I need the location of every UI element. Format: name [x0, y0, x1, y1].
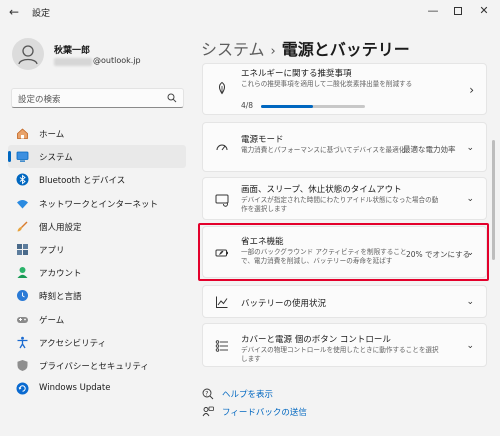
chevron-down-icon: ⌄ [466, 248, 474, 258]
chevron-down-icon: ⌄ [466, 143, 474, 153]
card-description: デバイスの物理コントロールを使用したときに動作することを選択します [241, 346, 439, 363]
card-power-mode[interactable]: 電源モード 電力消費とパフォーマンスに基づいてデバイスを最適化 最適な電力効率 … [202, 122, 487, 172]
card-title: カバーと電源 個のボタン コントロール [241, 335, 391, 345]
sidebar-item-home[interactable]: ホーム [8, 122, 186, 145]
sidebar-item-label: Windows Update [39, 383, 111, 394]
sidebar-item-network[interactable]: ネットワークとインターネット [8, 192, 186, 215]
card-energy-saver[interactable]: 省エネ機能 一部のバックグラウンド アクティビティを制限することで、電力消費を削… [202, 226, 487, 278]
progress-fill [261, 105, 313, 108]
card-description: 電力消費とパフォーマンスに基づいてデバイスを最適化 [241, 146, 406, 154]
globe-clock-icon [17, 290, 28, 302]
sidebar-item-label: 時刻と言語 [39, 292, 82, 303]
sidebar-item-label: システム [39, 153, 73, 164]
window-title: 設定 [32, 9, 51, 19]
sidebar-item-gaming[interactable]: ゲーム [8, 308, 186, 331]
sidebar-item-time-language[interactable]: 時刻と言語 [8, 284, 186, 307]
wifi-icon [17, 199, 28, 209]
card-screen-sleep-timeout[interactable]: 画面、スリープ、休止状態のタイムアウト デバイスが指定された時間にわたりアイドル… [202, 177, 487, 220]
feedback-icon [202, 406, 214, 417]
gamepad-icon [17, 316, 28, 323]
card-description: これらの推奨事項を適用して二酸化炭素排出量を削減する [241, 80, 413, 88]
sidebar-item-label: 個人用設定 [39, 222, 82, 233]
card-energy-recommendations[interactable]: エネルギーに関する推奨事項 これらの推奨事項を適用して二酸化炭素排出量を削減する… [202, 63, 487, 115]
card-title: エネルギーに関する推奨事項 [241, 69, 352, 79]
card-battery-usage[interactable]: バッテリーの使用状況 ⌄ [202, 285, 487, 318]
accessibility-icon [17, 336, 28, 349]
email-redacted [54, 58, 92, 66]
person-icon [18, 45, 38, 65]
chevron-right-icon: › [469, 83, 474, 97]
sidebar-item-accounts[interactable]: アカウント [8, 261, 186, 284]
power-mode-icon [216, 144, 228, 151]
help-icon: ? [202, 388, 214, 400]
chevron-down-icon: ⌄ [466, 341, 474, 351]
sidebar-item-windows-update[interactable]: Windows Update [8, 377, 186, 400]
minimize-button[interactable]: — [424, 3, 442, 19]
search-input[interactable]: 設定の検索 [11, 88, 184, 108]
card-description: デバイスが指定された時間にわたりアイドル状態になった場合の動作を選択します [241, 196, 439, 213]
breadcrumb-parent[interactable]: システム [201, 40, 265, 59]
sidebar-nav: ホーム システム Bluetooth とデバイス ネットワークとインターネット … [8, 122, 186, 400]
sidebar-item-system[interactable]: システム [8, 145, 186, 169]
chevron-down-icon: ⌄ [466, 297, 474, 307]
progress-bar [261, 105, 365, 108]
sidebar-item-privacy[interactable]: プライバシーとセキュリティ [8, 354, 186, 377]
energy-saver-value: 20% でオンにする [406, 250, 471, 259]
breadcrumb: システム › 電源とバッテリー [201, 36, 410, 60]
close-button[interactable]: ✕ [475, 3, 493, 19]
feedback-link[interactable]: フィードバックの送信 [222, 406, 307, 418]
breadcrumb-separator: › [270, 44, 276, 59]
home-icon [17, 128, 28, 139]
maximize-button[interactable] [449, 3, 467, 19]
screen-sleep-icon [215, 194, 229, 207]
scrollbar[interactable] [492, 140, 495, 260]
controls-icon [215, 340, 228, 352]
svg-text:?: ? [205, 390, 208, 397]
sidebar-item-personalization[interactable]: 個人用設定 [8, 215, 186, 238]
search-icon [167, 93, 177, 103]
sidebar-item-label: ネットワークとインターネット [39, 199, 159, 210]
update-icon [16, 382, 29, 395]
apps-icon [17, 243, 28, 255]
sidebar-item-bluetooth[interactable]: Bluetooth とデバイス [8, 168, 186, 191]
sidebar-item-label: アカウント [39, 269, 82, 280]
card-description: 一部のバックグラウンド アクティビティを制限することで、電力消費を削減し、バッテ… [241, 248, 407, 265]
search-placeholder: 設定の検索 [18, 95, 61, 105]
sidebar-item-apps[interactable]: アプリ [8, 238, 186, 261]
power-mode-value: 最適な電力効率 [403, 145, 456, 154]
help-link[interactable]: ヘルプを表示 [222, 388, 273, 400]
sidebar-item-accessibility[interactable]: アクセシビリティ [8, 331, 186, 354]
card-title: 省エネ機能 [241, 237, 284, 247]
back-arrow-icon[interactable]: ← [9, 5, 23, 19]
shield-icon [17, 359, 28, 371]
progress-text: 4/8 [241, 101, 254, 110]
card-lid-power-controls[interactable]: カバーと電源 個のボタン コントロール デバイスの物理コントロールを使用したとき… [202, 323, 487, 367]
account-icon [17, 267, 28, 279]
sidebar-item-label: アプリ [39, 245, 65, 256]
user-name: 秋葉一郎 [54, 46, 91, 56]
sidebar-item-label: ホーム [39, 130, 65, 140]
maximize-icon [454, 7, 462, 15]
usage-chart-icon [216, 296, 228, 308]
system-icon [16, 151, 29, 162]
page-title: 電源とバッテリー [281, 40, 410, 59]
card-title: バッテリーの使用状況 [241, 299, 327, 309]
card-title: 画面、スリープ、休止状態のタイムアウト [241, 185, 402, 195]
title-bar: ← 設定 — ✕ [0, 0, 500, 24]
sidebar-item-label: アクセシビリティ [39, 338, 107, 349]
battery-saver-icon [215, 249, 228, 257]
chevron-down-icon: ⌄ [466, 194, 474, 204]
user-email: @outlook.jp [93, 56, 141, 65]
sidebar-item-label: Bluetooth とデバイス [39, 176, 126, 187]
avatar[interactable] [12, 38, 44, 70]
bluetooth-icon [16, 173, 29, 186]
sidebar-item-label: プライバシーとセキュリティ [39, 361, 149, 372]
card-title: 電源モード [241, 135, 284, 145]
sidebar-item-label: ゲーム [39, 315, 65, 326]
leaf-icon [219, 81, 225, 95]
brush-icon [17, 221, 28, 232]
